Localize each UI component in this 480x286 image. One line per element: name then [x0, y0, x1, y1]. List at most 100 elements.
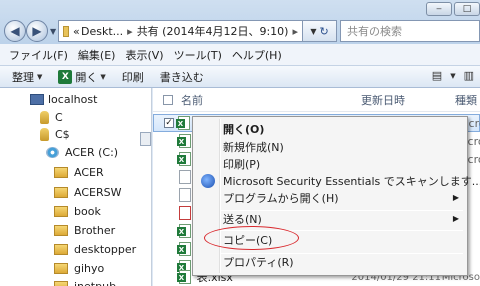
share-folder-icon	[40, 127, 49, 141]
address-bar[interactable]: « Deskt... ▸ 共有 (2014年4月12日、9:10) ▸	[58, 20, 303, 42]
tree-item-acer[interactable]: ACER	[54, 162, 104, 182]
tree-item-label: C	[55, 110, 63, 124]
burn-label: 書き込む	[159, 70, 204, 84]
menu-item-label: 開く(O)	[223, 123, 265, 136]
text-file-icon	[179, 170, 191, 184]
text-file-icon	[179, 188, 191, 202]
back-button[interactable]: ◀	[4, 20, 26, 42]
chevron-down-icon[interactable]: ▼	[450, 72, 455, 80]
menu-item-label: 印刷(P)	[223, 158, 261, 171]
scrollbar-thumb[interactable]	[140, 132, 151, 146]
file-list-header: 名前 更新日時 種類	[153, 88, 480, 112]
column-date-header[interactable]: 更新日時	[361, 92, 455, 108]
chevron-down-icon: ▼	[100, 72, 106, 81]
print-label: 印刷	[121, 70, 144, 84]
tree-item-gihyo[interactable]: gihyo	[54, 258, 104, 278]
tree-item-book[interactable]: book	[54, 201, 101, 221]
drive-icon	[46, 146, 59, 158]
folder-icon	[54, 205, 68, 217]
menu-tools[interactable]: ツール(T)	[169, 47, 227, 63]
menu-bar: ファイル(F) 編集(E) 表示(V) ツール(T) ヘルプ(H)	[0, 44, 480, 66]
excel-file-icon	[177, 224, 191, 238]
folder-icon	[54, 243, 68, 255]
menu-item-label: Microsoft Security Essentials でスキャンします..…	[223, 175, 480, 188]
back-arrow-icon: ◀	[10, 24, 20, 38]
context-menu: 開く(O) 新規作成(N) 印刷(P) Microsoft Security E…	[192, 116, 480, 276]
breadcrumb-desktop[interactable]: Deskt...	[81, 25, 123, 38]
tree-item-acer-drive[interactable]: ACER (C:)	[46, 142, 118, 162]
excel-icon: X	[58, 69, 73, 84]
menu-item-label: プロパティ(R)	[223, 256, 294, 269]
tree-item-label: inetpub	[74, 279, 117, 286]
column-name-header[interactable]: 名前	[181, 92, 361, 108]
folder-icon	[63, 25, 69, 37]
menu-item-properties[interactable]: プロパティ(R)	[223, 253, 294, 271]
menu-help[interactable]: ヘルプ(H)	[227, 47, 287, 63]
column-type-header[interactable]: 種類	[455, 92, 477, 108]
tree-item-acersw[interactable]: ACERSW	[54, 182, 121, 202]
tree-item-c-admin[interactable]: C$	[40, 124, 70, 144]
menu-edit[interactable]: 編集(E)	[73, 47, 121, 63]
folder-icon	[54, 186, 68, 198]
menu-item-scan[interactable]: Microsoft Security Essentials でスキャンします..…	[223, 172, 480, 190]
tree-item-localhost[interactable]: localhost	[30, 89, 97, 109]
search-placeholder: 共有の検索	[347, 25, 402, 38]
refresh-icon[interactable]: ↻	[319, 25, 328, 38]
menu-item-new[interactable]: 新規作成(N)	[223, 138, 284, 156]
organize-label: 整理	[12, 70, 34, 84]
security-essentials-icon	[201, 174, 215, 188]
menu-view[interactable]: 表示(V)	[120, 47, 168, 63]
share-folder-icon	[40, 110, 49, 124]
folder-icon	[54, 262, 68, 274]
view-options-icon[interactable]: ▤	[432, 69, 442, 82]
window-buttons: ‒ □	[424, 2, 480, 16]
tree-item-label: localhost	[48, 92, 98, 106]
tree-item-label: desktopper	[74, 242, 137, 256]
maximize-button[interactable]: □	[454, 2, 480, 16]
address-dropdown-icon[interactable]: ▼	[310, 27, 316, 36]
menu-item-open[interactable]: 開く(O)	[223, 120, 264, 138]
minimize-button[interactable]: ‒	[426, 2, 452, 16]
tree-item-inetpub[interactable]: inetpub	[54, 276, 116, 286]
print-button[interactable]: 印刷	[116, 68, 150, 86]
tree-item-brother[interactable]: Brother	[54, 220, 115, 240]
view-controls: ▤ ▼ ▥	[432, 69, 474, 82]
excel-file-icon	[177, 134, 191, 148]
breadcrumb-separator-icon[interactable]: ▸	[292, 25, 298, 38]
preview-pane-icon[interactable]: ▥	[464, 69, 474, 82]
tree-item-label: book	[74, 204, 101, 218]
select-all-checkbox[interactable]	[163, 94, 173, 105]
breadcrumb-shared[interactable]: 共有 (2014年4月12日、9:10)	[137, 23, 289, 39]
menu-item-print[interactable]: 印刷(P)	[223, 155, 260, 173]
organize-button[interactable]: 整理 ▼	[6, 68, 48, 86]
copy-highlight-circle	[204, 226, 299, 250]
command-bar: 整理 ▼ X 開く ▼ 印刷 書き込む ▤ ▼ ▥	[0, 66, 480, 88]
menu-item-label: 送る(N)	[223, 213, 262, 226]
row-checkbox[interactable]: ✓	[164, 118, 174, 128]
folder-icon	[54, 280, 68, 286]
forward-arrow-icon: ▶	[32, 24, 42, 38]
search-input[interactable]: 共有の検索	[340, 20, 480, 42]
submenu-arrow-icon: ▶	[452, 193, 459, 202]
excel-file-icon	[177, 152, 191, 166]
excel-file-icon	[176, 116, 190, 130]
recent-pages-dropdown[interactable]: ▼	[50, 27, 56, 36]
navigation-pane: localhost C C$ ACER (C:) ACER ACERSW boo…	[0, 88, 152, 286]
tree-item-label: C$	[55, 127, 70, 141]
tree-item-label: ACER	[74, 165, 104, 179]
tree-item-label: ACERSW	[74, 185, 122, 199]
menu-item-open-with[interactable]: プログラムから開く(H)	[223, 189, 467, 207]
tree-item-desktopper[interactable]: desktopper	[54, 239, 136, 259]
excel-file-icon	[177, 270, 191, 284]
address-prefix[interactable]: «	[73, 25, 80, 38]
pdf-file-icon	[179, 206, 191, 220]
forward-button[interactable]: ▶	[26, 20, 48, 42]
open-button[interactable]: X 開く ▼	[52, 68, 111, 86]
breadcrumb-separator-icon[interactable]: ▸	[127, 25, 133, 38]
menu-file[interactable]: ファイル(F)	[4, 47, 73, 63]
open-label: 開く	[75, 70, 98, 84]
address-controls: ▼ ↻	[303, 20, 337, 42]
folder-icon	[54, 224, 68, 236]
title-bar: ‒ □ ◀ ▶ ▼ « Deskt... ▸ 共有 (2014年4月12日、9:…	[0, 0, 480, 44]
burn-button[interactable]: 書き込む	[154, 68, 210, 86]
